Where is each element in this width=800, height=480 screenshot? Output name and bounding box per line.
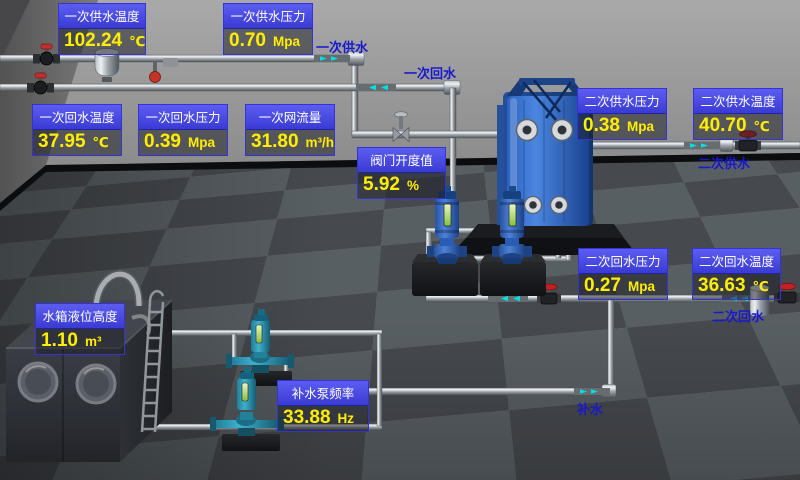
panel-unit: Hz xyxy=(338,411,355,426)
panel-primary-supply-pressure: 一次供水压力 0.70 Mpa xyxy=(223,3,313,55)
panel-secondary-return-temp: 二次回水温度 36.63 ℃ xyxy=(692,248,781,300)
panel-title: 二次供水温度 xyxy=(694,89,782,114)
panel-unit: Mpa xyxy=(188,135,215,150)
panel-title: 二次回水温度 xyxy=(693,249,780,274)
panel-unit: ℃ xyxy=(93,135,109,151)
scada-scene xyxy=(0,0,800,480)
panel-secondary-supply-pressure: 二次供水压力 0.38 Mpa xyxy=(577,88,667,140)
panel-valve-opening: 阀门开度值 5.92% xyxy=(357,147,446,199)
panel-title: 一次供水压力 xyxy=(224,4,312,29)
panel-value: 0.38 xyxy=(583,115,620,137)
pipe-label-secondary-return: 二次回水 xyxy=(712,306,764,325)
panel-value: 0.70 xyxy=(229,30,266,52)
panel-title: 二次供水压力 xyxy=(578,89,666,114)
panel-unit: Mpa xyxy=(628,279,655,294)
panel-unit: Mpa xyxy=(273,34,300,49)
panel-value: 5.92 xyxy=(363,174,400,196)
panel-unit: ℃ xyxy=(753,279,769,295)
panel-title: 一次网流量 xyxy=(246,105,334,130)
panel-title: 一次供水温度 xyxy=(59,4,145,29)
panel-value: 0.27 xyxy=(584,275,621,297)
panel-value: 102.24 xyxy=(64,30,122,52)
pipe-label-makeup: 补水 xyxy=(577,399,603,418)
panel-primary-flow: 一次网流量 31.80 m³/h xyxy=(245,104,335,156)
panel-unit: m³ xyxy=(85,334,102,349)
panel-value: 0.39 xyxy=(144,131,181,153)
pipe-secondary-supply xyxy=(560,142,800,149)
panel-value: 40.70 xyxy=(699,115,747,137)
panel-title: 一次回水压力 xyxy=(139,105,227,130)
panel-unit: % xyxy=(407,178,419,193)
panel-title: 二次回水压力 xyxy=(579,249,667,274)
pipe-label-primary-return: 一次回水 xyxy=(404,63,456,82)
panel-primary-return-pressure: 一次回水压力 0.39 Mpa xyxy=(138,104,228,156)
panel-title: 阀门开度值 xyxy=(358,148,445,173)
panel-secondary-supply-temp: 二次供水温度 40.70 ℃ xyxy=(693,88,783,140)
pipe-makeup-riser xyxy=(608,300,614,390)
panel-unit: m³/h xyxy=(306,135,335,150)
panel-value: 36.63 xyxy=(698,275,746,297)
panel-makeup-pump-freq: 补水泵频率 33.88 Hz xyxy=(277,380,369,432)
panel-value: 33.88 xyxy=(283,407,331,429)
panel-title: 水箱液位高度 xyxy=(36,304,124,329)
panel-value: 31.80 xyxy=(251,131,299,153)
panel-unit: Mpa xyxy=(627,119,654,134)
panel-unit: ℃ xyxy=(129,34,145,50)
panel-unit: ℃ xyxy=(754,119,770,135)
hmi-screen: 一次供水 一次回水 二次供水 二次回水 补水 一次供水温度 102.24 ℃ 一次… xyxy=(0,0,800,480)
panel-tank-level: 水箱液位高度 1.10 m³ xyxy=(35,303,125,355)
panel-secondary-return-pressure: 二次回水压力 0.27 Mpa xyxy=(578,248,668,300)
panel-title: 一次回水温度 xyxy=(33,105,121,130)
panel-primary-supply-temp: 一次供水温度 102.24 ℃ xyxy=(58,3,146,55)
panel-primary-return-temp: 一次回水温度 37.95 ℃ xyxy=(32,104,122,156)
pipe-label-primary-supply: 一次供水 xyxy=(316,37,368,56)
panel-title: 补水泵频率 xyxy=(278,381,368,406)
panel-value: 37.95 xyxy=(38,131,86,153)
pipe-label-secondary-supply: 二次供水 xyxy=(698,153,750,172)
panel-value: 1.10 xyxy=(41,330,78,352)
